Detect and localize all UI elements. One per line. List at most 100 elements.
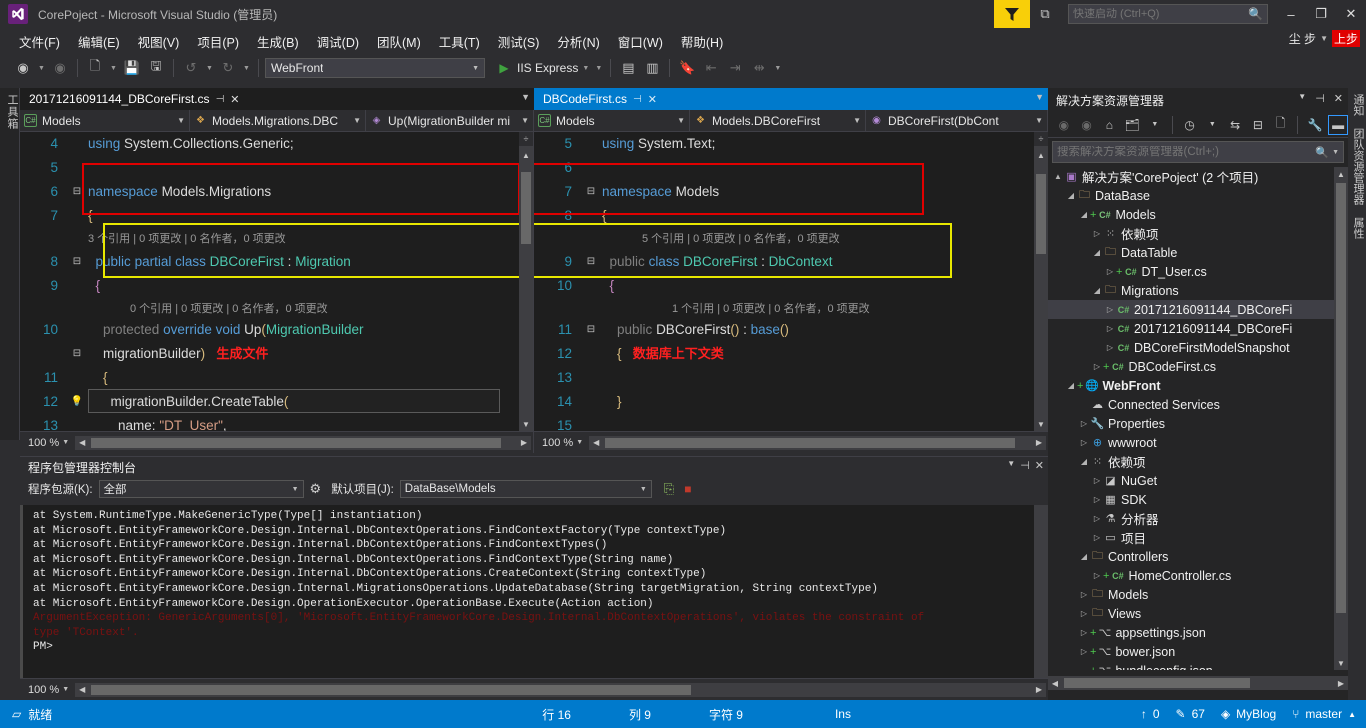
expander-icon[interactable]: ▷ bbox=[1091, 514, 1103, 523]
solution-search-box[interactable]: 🔍 ▼ bbox=[1052, 141, 1344, 163]
scroll-left-arrow[interactable]: ◀ bbox=[1048, 676, 1062, 690]
pin-icon[interactable]: ⊣ bbox=[633, 94, 642, 105]
chevron-down-icon[interactable]: ▼ bbox=[171, 116, 185, 125]
close-icon[interactable]: ✕ bbox=[230, 93, 239, 106]
package-source-combo[interactable]: 全部 ▼ bbox=[98, 480, 304, 498]
redo-dropdown-icon[interactable]: ▼ bbox=[241, 57, 252, 79]
gear-icon[interactable]: ⚙ bbox=[310, 481, 322, 497]
expander-icon[interactable]: ▷ bbox=[1091, 571, 1103, 580]
menu-debug[interactable]: 调试(D) bbox=[308, 29, 368, 54]
properties-icon[interactable]: 🔧 bbox=[1305, 115, 1325, 135]
menu-window[interactable]: 窗口(W) bbox=[609, 29, 672, 54]
tree-item-homecontroller.cs[interactable]: ▷ + C# HomeController.cs bbox=[1048, 566, 1334, 585]
scroll-thumb-h[interactable] bbox=[605, 437, 1016, 448]
tree-item-database[interactable]: ◢ 🗀 DataBase bbox=[1048, 186, 1334, 205]
minimize-button[interactable]: – bbox=[1276, 0, 1306, 28]
tree-item-webfront[interactable]: ◢ + 🌐 WebFront bbox=[1048, 376, 1334, 395]
tree-item-bundleconfig.json[interactable]: +⌥bundleconfig.json bbox=[1048, 661, 1334, 671]
quick-launch-box[interactable]: 🔍 bbox=[1068, 4, 1268, 24]
chevron-down-icon[interactable]: ▼ bbox=[1320, 34, 1328, 43]
tree-item-datatable[interactable]: ◢ 🗀 DataTable bbox=[1048, 243, 1334, 262]
outline-toggle[interactable]: ⊟ bbox=[580, 318, 602, 342]
menu-analyze[interactable]: 分析(N) bbox=[548, 29, 608, 54]
menu-view[interactable]: 视图(V) bbox=[129, 29, 189, 54]
menu-help[interactable]: 帮助(H) bbox=[672, 29, 732, 54]
clear-icon[interactable]: ⎘ bbox=[664, 481, 674, 497]
play-icon[interactable]: ▶ bbox=[493, 57, 515, 79]
chevron-down-icon[interactable]: ▼ bbox=[640, 486, 647, 493]
pin-icon[interactable]: ⊣ bbox=[1020, 459, 1030, 472]
scroll-thumb-h[interactable] bbox=[91, 684, 692, 695]
scroll-left-arrow[interactable]: ◀ bbox=[75, 436, 89, 450]
solution-horizontal-scrollbar[interactable]: ◀ ▶ bbox=[1048, 676, 1348, 690]
solution-platform-icon[interactable]: ▥ bbox=[641, 57, 663, 79]
nav-right-member[interactable]: ◉ DBCoreFirst(DbCont ▼ bbox=[866, 109, 1048, 132]
expander-icon[interactable]: ▷ bbox=[1104, 267, 1116, 276]
tree-item-20171216091144_dbcorefi[interactable]: ▷ C# 20171216091144_DBCoreFi bbox=[1048, 300, 1334, 319]
menu-tools[interactable]: 工具(T) bbox=[430, 29, 489, 54]
toolbox-tab-label[interactable]: 工具箱 bbox=[0, 88, 20, 136]
status-insert-mode[interactable]: Ins bbox=[835, 707, 851, 721]
pin-icon[interactable]: ⊣ bbox=[216, 94, 225, 105]
expander-icon[interactable]: ▷ bbox=[1091, 495, 1103, 504]
split-view-icon[interactable]: ÷ bbox=[519, 132, 533, 146]
scroll-down-arrow[interactable]: ▼ bbox=[1334, 656, 1348, 670]
console-output[interactable]: at System.RuntimeType.MakeGenericType(Ty… bbox=[20, 505, 1034, 678]
expander-icon[interactable]: ▷ bbox=[1104, 324, 1116, 333]
editor-pane-right[interactable]: 5 using System.Text; 6 7 ⊟ namespace Mod… bbox=[534, 132, 1048, 453]
new-folder-icon[interactable]: 🗂 bbox=[1122, 115, 1142, 135]
tree-item-connectedservices[interactable]: ☁ Connected Services bbox=[1048, 395, 1334, 414]
stop-icon[interactable]: ■ bbox=[684, 482, 691, 496]
menu-team[interactable]: 团队(M) bbox=[368, 29, 430, 54]
tree-item-views[interactable]: ▷ 🗀 Views bbox=[1048, 604, 1334, 623]
bookmark-overflow-icon[interactable]: ▼ bbox=[772, 57, 783, 79]
expander-icon[interactable]: ▷ bbox=[1104, 305, 1116, 314]
editor-pane-left[interactable]: 4 using System.Collections.Generic; 5 6 … bbox=[20, 132, 534, 453]
redo-icon[interactable]: ↻ bbox=[217, 57, 239, 79]
clear-bookmarks-icon[interactable]: ⇹ bbox=[748, 57, 770, 79]
scroll-thumb-h[interactable] bbox=[1064, 678, 1250, 688]
scroll-thumb[interactable] bbox=[521, 172, 531, 244]
expander-icon[interactable]: ◢ bbox=[1065, 191, 1077, 200]
expander-icon[interactable]: ▷ bbox=[1091, 476, 1103, 485]
scroll-right-arrow[interactable]: ▶ bbox=[1032, 683, 1046, 697]
zoom-level-right[interactable]: 100 % bbox=[534, 437, 576, 449]
toolbar-overflow-icon[interactable]: ▼ bbox=[593, 57, 604, 79]
tab-list-dropdown-icon[interactable]: ▼ bbox=[521, 92, 530, 102]
collapse-all-icon[interactable]: ⊟ bbox=[1248, 115, 1268, 135]
rail-tab-notifications[interactable]: 通知 bbox=[1348, 88, 1366, 122]
nav-right-type[interactable]: ❖ Models.DBCoreFirst ▼ bbox=[690, 109, 866, 132]
back-icon[interactable]: ◉ bbox=[1054, 115, 1074, 135]
codelens-reference[interactable]: 0 个引用 | 0 项更改 | 0 名作者，0 项更改 bbox=[130, 300, 328, 318]
tree-item-dbcorefirstmodelsnapshot[interactable]: ▷ C# DBCoreFirstModelSnapshot bbox=[1048, 338, 1334, 357]
tree-item-nuget[interactable]: ▷ ◪ NuGet bbox=[1048, 471, 1334, 490]
console-prompt[interactable]: PM> bbox=[33, 640, 1034, 655]
scroll-thumb[interactable] bbox=[1336, 183, 1346, 613]
scroll-left-arrow[interactable]: ◀ bbox=[589, 436, 603, 450]
close-icon[interactable]: ✕ bbox=[1334, 92, 1343, 105]
prev-bookmark-icon[interactable]: ⇤ bbox=[700, 57, 722, 79]
home-icon[interactable]: ⌂ bbox=[1100, 115, 1120, 135]
tree-item-appsettings.json[interactable]: ▷ + ⌥ appsettings.json bbox=[1048, 623, 1334, 642]
tab-list-dropdown-icon[interactable]: ▼ bbox=[1035, 92, 1044, 102]
close-icon[interactable]: ✕ bbox=[1035, 459, 1044, 472]
tab-migration-file[interactable]: 20171216091144_DBCoreFirst.cs ⊣ ✕ bbox=[20, 88, 534, 110]
edits-icon[interactable]: ✎ bbox=[1176, 707, 1186, 721]
expander-icon[interactable]: ▷ bbox=[1078, 419, 1090, 428]
pending-changes-icon[interactable]: ◷ bbox=[1180, 115, 1200, 135]
expander-icon[interactable]: ◢ bbox=[1091, 248, 1103, 257]
tab-dbcodefirst-file[interactable]: DBCodeFirst.cs ⊣ ✕ bbox=[534, 88, 1048, 110]
chevron-down-icon[interactable]: ▼ bbox=[1029, 116, 1043, 125]
maximize-button[interactable]: ❐ bbox=[1306, 0, 1336, 28]
solution-search-input[interactable] bbox=[1057, 146, 1316, 158]
chevron-down-icon[interactable]: ▼ bbox=[472, 65, 479, 72]
chevron-down-icon[interactable]: ▼ bbox=[671, 116, 685, 125]
save-icon[interactable]: 💾 bbox=[121, 57, 143, 79]
close-icon[interactable]: ✕ bbox=[648, 93, 657, 106]
expander-icon[interactable]: ▷ bbox=[1091, 229, 1103, 238]
navigate-forward-icon[interactable]: ◉ bbox=[49, 57, 71, 79]
startup-project-combo[interactable]: WebFront ▼ bbox=[265, 58, 485, 78]
scroll-up-arrow[interactable]: ▲ bbox=[1334, 167, 1348, 181]
expander-icon[interactable]: ◢ bbox=[1078, 552, 1090, 561]
tree-item-models[interactable]: ▷ 🗀 Models bbox=[1048, 585, 1334, 604]
